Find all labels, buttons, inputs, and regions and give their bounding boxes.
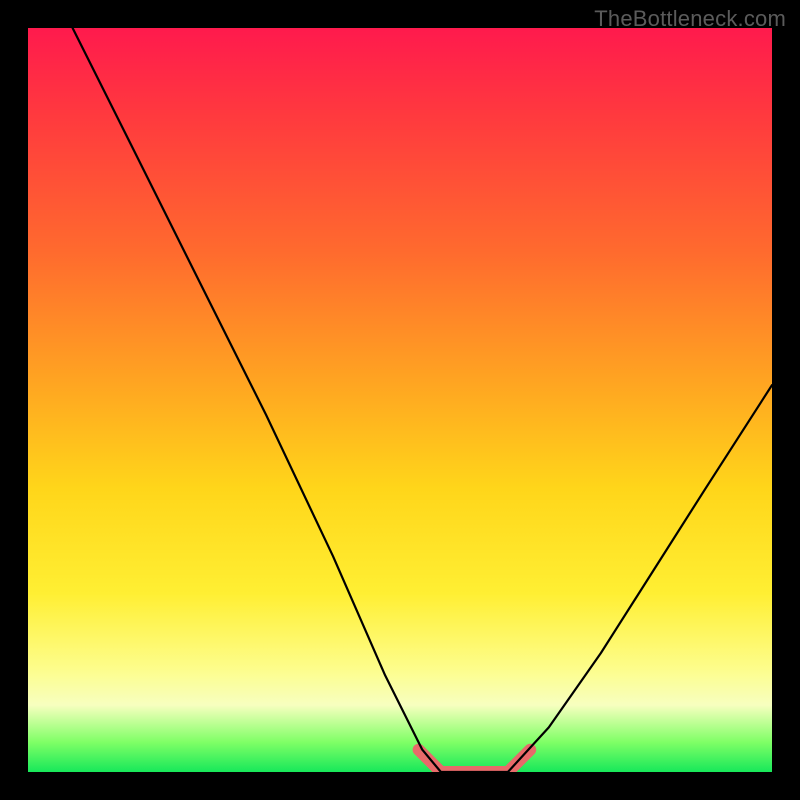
chart-svg	[28, 28, 772, 772]
chart-frame: TheBottleneck.com	[0, 0, 800, 800]
plot-area	[28, 28, 772, 772]
bottom-accent	[419, 750, 531, 772]
bottleneck-curve	[73, 28, 772, 772]
